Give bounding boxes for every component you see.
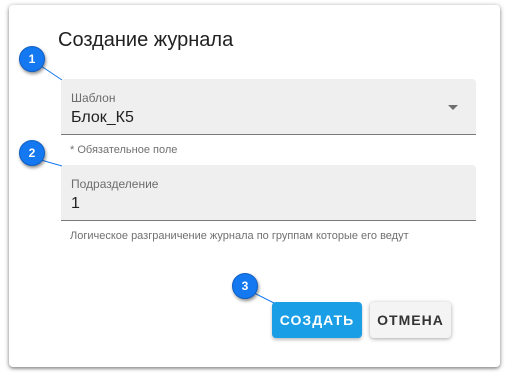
callout-1-leader <box>40 65 63 81</box>
callout-2-leader <box>40 159 63 167</box>
callout-leader-lines <box>40 65 275 304</box>
callout-badge-2: 2 <box>19 140 45 166</box>
callout-3-leader <box>253 292 275 304</box>
callout-badge-1: 1 <box>19 46 45 72</box>
callout-badge-3: 3 <box>232 273 258 299</box>
